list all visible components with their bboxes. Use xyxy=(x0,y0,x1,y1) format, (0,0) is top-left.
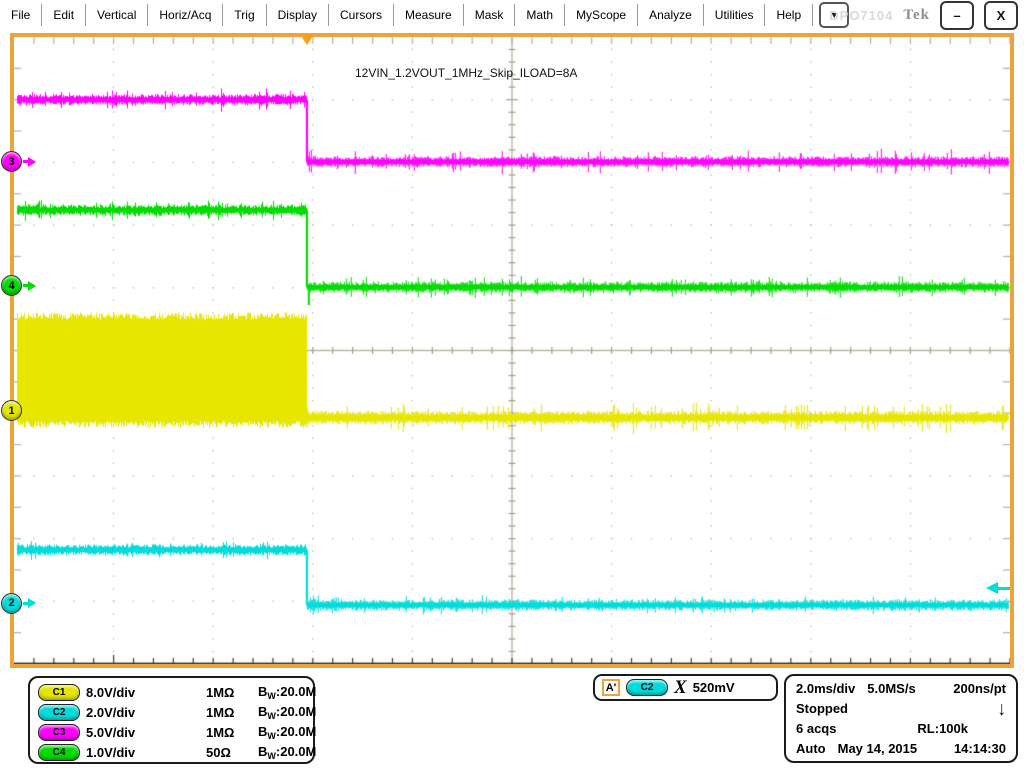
channel-pill-c2[interactable]: C2 xyxy=(38,704,80,721)
resolution-value: 200ns/pt xyxy=(953,681,1006,696)
channel-marker-badge: 1 xyxy=(1,400,22,421)
channel-readout-row: C4 1.0V/div 50Ω BW:20.0M xyxy=(38,742,305,762)
menu-items: FileEditVerticalHoriz/AcqTrigDisplayCurs… xyxy=(0,0,813,30)
trigger-level-value: 520mV xyxy=(693,680,735,695)
channel-marker-ch2[interactable]: 2 xyxy=(1,593,36,613)
trigger-level-icon[interactable] xyxy=(986,582,1010,594)
acq-count: 6 acqs xyxy=(796,721,836,736)
channel-scale: 5.0V/div xyxy=(86,725,206,740)
waveform-canvas xyxy=(14,37,1010,664)
channel-impedance: 1MΩ xyxy=(206,685,258,700)
channel-scale: 8.0V/div xyxy=(86,685,206,700)
channel-marker-ch3[interactable]: 3 xyxy=(1,152,36,172)
trigger-level-arrow-icon xyxy=(986,582,998,594)
acq-row-timebase: 2.0ms/div 5.0MS/s 200ns/pt xyxy=(796,679,1006,699)
single-seq-arrow-icon: ↓ xyxy=(998,699,1007,719)
channel-bandwidth: BW:20.0M xyxy=(258,744,316,761)
timebase-value: 2.0ms/div xyxy=(796,681,855,696)
tek-logo: Tek xyxy=(903,7,930,24)
acq-row-state: Stopped ↓ xyxy=(796,699,1006,719)
menu-item-horiz-acq[interactable]: Horiz/Acq xyxy=(148,0,222,30)
date-value: May 14, 2015 xyxy=(838,741,918,756)
channel-readout-row: C1 8.0V/div 1MΩ BW:20.0M xyxy=(38,682,305,702)
model-label: DPO7104 xyxy=(829,8,893,23)
channel-bandwidth: BW:20.0M xyxy=(258,704,316,721)
channel-marker-badge: 2 xyxy=(1,593,22,614)
menu-item-myscope[interactable]: MyScope xyxy=(565,0,637,30)
channel-bandwidth: BW:20.0M xyxy=(258,684,316,701)
trigger-channel-pill[interactable]: C2 xyxy=(626,679,668,696)
acquisition-state: Stopped xyxy=(796,701,848,716)
menu-item-measure[interactable]: Measure xyxy=(394,0,463,30)
menu-item-math[interactable]: Math xyxy=(515,0,564,30)
acq-row-acqs: 6 acqs RL:100k xyxy=(796,719,1006,739)
window-controls: DPO7104 Tek – X xyxy=(829,2,1018,28)
channel-readout-row: C3 5.0V/div 1MΩ BW:20.0M xyxy=(38,722,305,742)
channel-impedance: 1MΩ xyxy=(206,705,258,720)
time-value: 14:14:30 xyxy=(954,741,1006,756)
trigger-readout-box[interactable]: A' C2 Χ 520mV xyxy=(593,674,778,701)
sample-rate-value: 5.0MS/s xyxy=(867,681,915,696)
channel-pill-c1[interactable]: C1 xyxy=(38,684,80,701)
menu-item-edit[interactable]: Edit xyxy=(42,0,85,30)
menu-separator xyxy=(812,4,813,26)
menu-item-help[interactable]: Help xyxy=(765,0,812,30)
trigger-position-icon[interactable] xyxy=(299,33,315,45)
oscilloscope-screen: FileEditVerticalHoriz/AcqTrigDisplayCurs… xyxy=(0,0,1024,768)
channel-marker-badge: 4 xyxy=(1,275,22,296)
menu-bar: FileEditVerticalHoriz/AcqTrigDisplayCurs… xyxy=(0,0,1024,30)
channel-scale: 2.0V/div xyxy=(86,705,206,720)
menu-item-trig[interactable]: Trig xyxy=(223,0,265,30)
record-length: RL:100k xyxy=(917,721,968,736)
menu-item-file[interactable]: File xyxy=(0,0,41,30)
channel-impedance: 50Ω xyxy=(206,745,258,760)
acq-row-datetime: Auto May 14, 2015 14:14:30 xyxy=(796,738,1006,758)
menu-item-analyze[interactable]: Analyze xyxy=(638,0,703,30)
menu-item-vertical[interactable]: Vertical xyxy=(86,0,147,30)
channel-marker-badge: 3 xyxy=(1,151,22,172)
trigger-mode: Auto xyxy=(796,741,826,756)
close-button[interactable]: X xyxy=(984,1,1018,30)
channel-readout-row: C2 2.0V/div 1MΩ BW:20.0M xyxy=(38,702,305,722)
channel-marker-ch1[interactable]: 1 xyxy=(1,401,36,421)
menu-item-mask[interactable]: Mask xyxy=(464,0,515,30)
channel-readout-box: C1 8.0V/div 1MΩ BW:20.0M C2 2.0V/div 1MΩ… xyxy=(28,676,315,764)
channel-pill-c4[interactable]: C4 xyxy=(38,744,80,761)
menu-item-display[interactable]: Display xyxy=(267,0,328,30)
menu-item-utilities[interactable]: Utilities xyxy=(704,0,765,30)
channel-scale: 1.0V/div xyxy=(86,745,206,760)
channel-bandwidth: BW:20.0M xyxy=(258,724,316,741)
channel-impedance: 1MΩ xyxy=(206,725,258,740)
waveform-display-frame xyxy=(10,33,1014,668)
channel-marker-ch4[interactable]: 4 xyxy=(1,276,36,296)
trigger-source-badge: A' xyxy=(602,679,620,696)
minimize-button[interactable]: – xyxy=(940,1,974,30)
acquisition-readout-box: 2.0ms/div 5.0MS/s 200ns/pt Stopped ↓ 6 a… xyxy=(784,674,1018,763)
channel-pill-c3[interactable]: C3 xyxy=(38,724,80,741)
trigger-slope-icon: Χ xyxy=(674,678,687,697)
menu-item-cursors[interactable]: Cursors xyxy=(329,0,393,30)
waveform-annotation-label: 12VIN_1.2VOUT_1MHz_Skip_ILOAD=8A xyxy=(355,66,577,80)
